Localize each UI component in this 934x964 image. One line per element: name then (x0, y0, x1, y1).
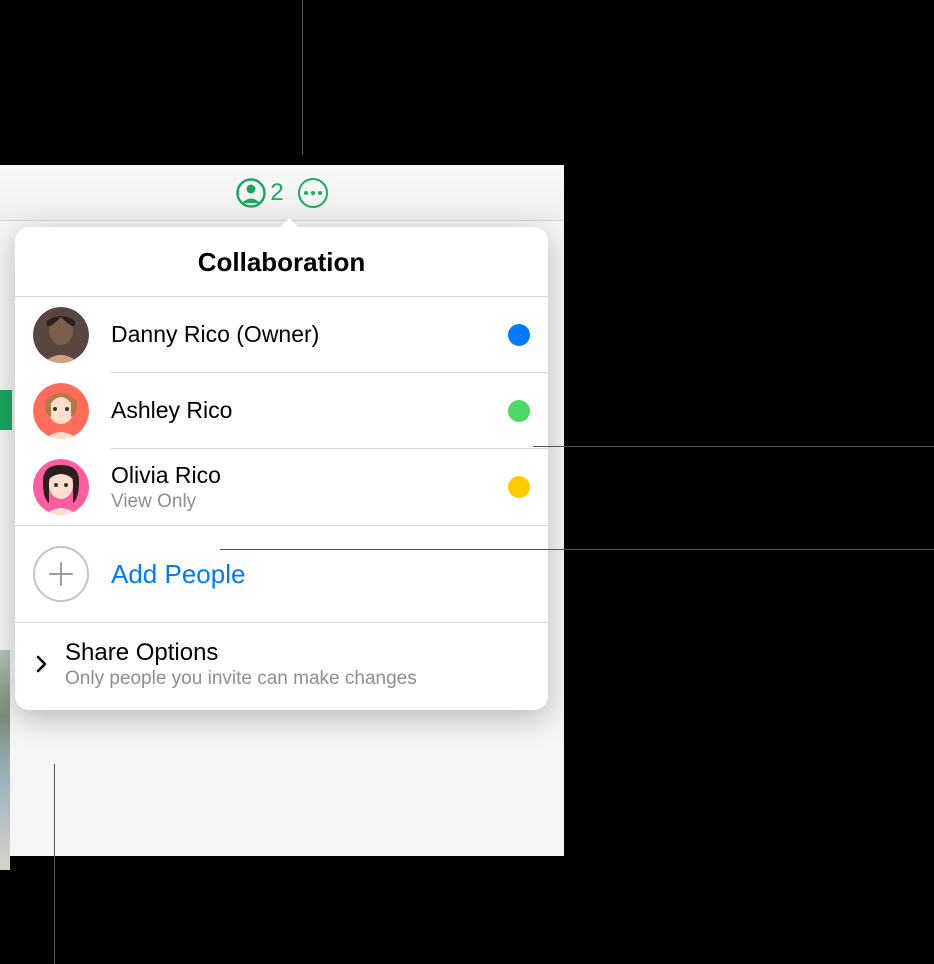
share-options-button[interactable]: Share Options Only people you invite can… (15, 623, 548, 710)
background-decoration (0, 390, 12, 430)
add-people-label: Add People (111, 559, 245, 590)
add-people-button[interactable]: Add People (15, 525, 548, 623)
toolbar: 2 (0, 165, 564, 221)
share-title: Share Options (65, 637, 417, 668)
popover-title: Collaboration (15, 227, 548, 297)
share-text: Share Options Only people you invite can… (65, 637, 417, 690)
callout-line (54, 764, 55, 964)
chevron-right-icon (33, 655, 51, 673)
more-button[interactable] (298, 178, 328, 208)
status-dot (508, 400, 530, 422)
person-name: Danny Rico (Owner) (111, 320, 508, 350)
person-icon (236, 178, 266, 208)
person-text: Ashley Rico (111, 396, 508, 426)
ellipsis-icon (304, 191, 308, 195)
plus-icon (33, 546, 89, 602)
callout-line (533, 446, 934, 447)
callout-line (302, 0, 303, 155)
collaboration-button[interactable]: 2 (236, 178, 283, 208)
person-row[interactable]: Olivia Rico View Only (15, 449, 548, 525)
callout-line (220, 549, 934, 550)
avatar (33, 383, 89, 439)
person-row-owner[interactable]: Danny Rico (Owner) (15, 297, 548, 373)
avatar (33, 307, 89, 363)
avatar (33, 459, 89, 515)
background-decoration (0, 650, 10, 870)
person-text: Danny Rico (Owner) (111, 320, 508, 350)
collab-count: 2 (270, 179, 283, 207)
person-name: Ashley Rico (111, 396, 508, 426)
collaboration-popover: Collaboration Danny Rico (Owner) (15, 227, 548, 710)
person-name: Olivia Rico (111, 461, 508, 491)
status-dot (508, 476, 530, 498)
person-text: Olivia Rico View Only (111, 461, 508, 514)
status-dot (508, 324, 530, 346)
app-window: 2 Collaboration Danny Rico (Owner) (0, 165, 564, 856)
person-row[interactable]: Ashley Rico (15, 373, 548, 449)
share-subtitle: Only people you invite can make changes (65, 668, 417, 690)
person-permission: View Only (111, 491, 508, 514)
